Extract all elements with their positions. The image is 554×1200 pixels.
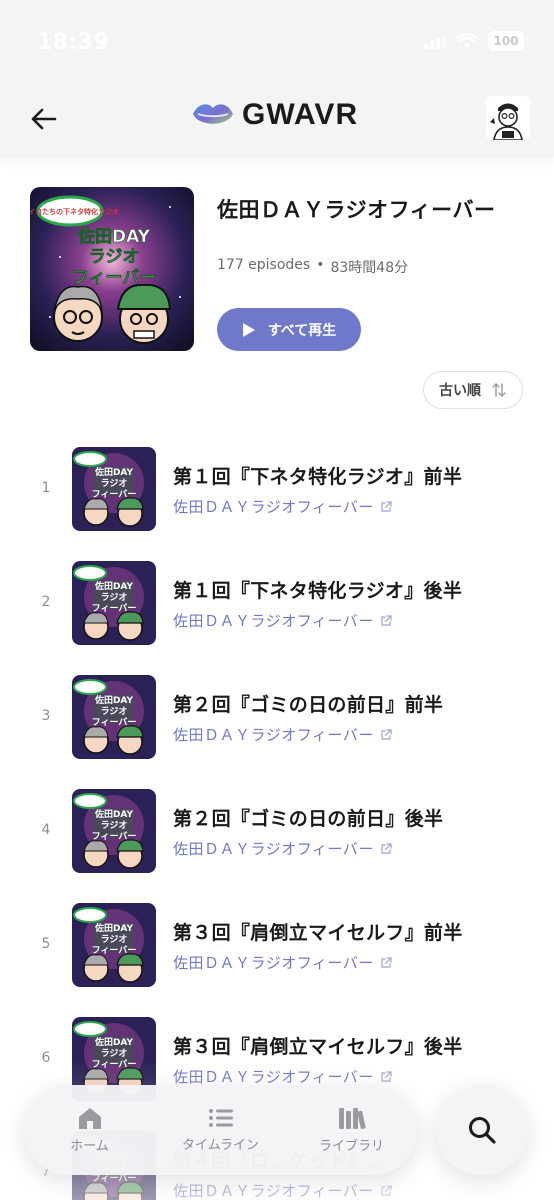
episode-row[interactable]: 4 佐田DAY ラジオ フィーバー 第２回『ゴミの日の前日』後半 佐田ＤＡＹラジオフ… xyxy=(0,774,554,874)
episode-show-link[interactable]: 佐田ＤＡＹラジオフィーバー xyxy=(173,724,392,745)
episode-row[interactable]: 2 佐田DAY ラジオ フィーバー 第１回『下ネタ特化ラジオ』後半 佐田ＤＡＹラジオ… xyxy=(0,546,554,646)
thumb-title-line: ラジオ xyxy=(101,820,128,831)
back-button[interactable] xyxy=(26,102,60,136)
episode-show-link[interactable]: 佐田ＤＡＹラジオフィーバー xyxy=(173,610,392,631)
episode-title: 第１回『下ネタ特化ラジオ』後半 xyxy=(173,580,463,602)
episode-number: 2 xyxy=(41,594,51,610)
episode-number: 5 xyxy=(41,936,51,952)
status-icons: 100 xyxy=(424,31,524,51)
episode-count: 177 episodes xyxy=(217,257,311,273)
total-duration: 83時間48分 xyxy=(330,260,409,276)
meta-separator: • xyxy=(316,257,325,273)
external-link-icon xyxy=(381,956,392,968)
host-left-illustration xyxy=(53,285,103,342)
thumb-title-line: ラジオ xyxy=(101,1048,128,1059)
episode-title: 第２回『ゴミの日の前日』後半 xyxy=(173,808,444,830)
play-icon xyxy=(242,322,255,337)
episode-number: 4 xyxy=(41,822,51,838)
episode-row[interactable]: 5 佐田DAY ラジオ フィーバー 第３回『肩倒立マイセルフ』前半 佐田ＤＡＹラジオ… xyxy=(0,888,554,988)
episode-show-name: 佐田ＤＡＹラジオフィーバー xyxy=(173,954,374,972)
episode-number: 1 xyxy=(41,480,51,496)
episode-number: 3 xyxy=(41,708,51,724)
episode-show-name: 佐田ＤＡＹラジオフィーバー xyxy=(173,498,374,516)
logo-text: GWAVR xyxy=(242,98,359,131)
external-link-icon xyxy=(381,614,392,626)
episode-row[interactable]: 3 佐田DAY ラジオ フィーバー 第２回『ゴミの日の前日』前半 佐田ＤＡＹラジオフ… xyxy=(0,660,554,760)
episode-thumbnail: 佐田DAYラジオフィーバー xyxy=(72,903,156,987)
status-bar: 18:39 100 xyxy=(0,0,554,88)
episode-show-link[interactable]: 佐田ＤＡＹラジオフィーバー xyxy=(173,838,392,859)
cover-badge-text: サイコたちの下ネタ特化ラジオ xyxy=(30,207,119,216)
episode-thumbnail: 佐田DAYラジオフィーバー xyxy=(72,789,156,873)
thumb-title-line: 佐田DAY xyxy=(94,922,134,934)
thumb-title-line: 佐田DAY xyxy=(94,808,134,820)
episode-row[interactable]: 1 佐田DAY ラジオ フィーバー 第１回『下ネタ特化ラジオ』前半 佐田ＤＡＹラジオ… xyxy=(0,432,554,532)
episode-thumbnail: 佐田DAYラジオフィーバー xyxy=(72,447,156,531)
thumb-title-line: 佐田DAY xyxy=(94,1036,134,1048)
play-all-button[interactable]: すべて再生 xyxy=(217,308,361,351)
tab-timeline[interactable]: タイムライン xyxy=(155,1085,286,1175)
battery-indicator: 100 xyxy=(488,31,524,51)
cover-title-line2: ラジオ xyxy=(89,247,140,267)
episode-title: 第３回『肩倒立マイセルフ』後半 xyxy=(173,1036,463,1058)
play-all-label: すべて再生 xyxy=(267,322,337,339)
thumb-title-line: 佐田DAY xyxy=(94,466,134,478)
sort-label: 古い順 xyxy=(439,383,481,399)
episode-thumbnail: 佐田DAYラジオフィーバー xyxy=(72,561,156,645)
external-link-icon xyxy=(381,728,392,740)
tab-library[interactable]: ライブラリ xyxy=(286,1085,417,1175)
external-link-icon xyxy=(381,842,392,854)
search-button[interactable] xyxy=(436,1085,528,1175)
bottom-tab-bar: ホーム タイムライン ライブラリ xyxy=(24,1085,417,1175)
cellular-signal-icon xyxy=(424,33,446,49)
episode-show-name: 佐田ＤＡＹラジオフィーバー xyxy=(173,840,374,858)
external-link-icon xyxy=(381,500,392,512)
user-avatar[interactable] xyxy=(486,96,530,140)
episode-show-link[interactable]: 佐田ＤＡＹラジオフィーバー xyxy=(173,952,392,973)
home-icon xyxy=(78,1108,101,1129)
library-icon xyxy=(338,1108,366,1130)
episode-title: 第１回『下ネタ特化ラジオ』前半 xyxy=(173,466,463,488)
cover-title-line1: 佐田DAY xyxy=(77,226,151,247)
episode-thumbnail: 佐田DAYラジオフィーバー xyxy=(72,675,156,759)
tab-library-label: ライブラリ xyxy=(318,1139,384,1154)
thumb-title-line: ラジオ xyxy=(101,706,128,717)
list-icon xyxy=(208,1109,233,1127)
thumb-title-line: ラジオ xyxy=(101,592,128,603)
wifi-icon xyxy=(456,33,478,48)
episode-show-name: 佐田ＤＡＹラジオフィーバー xyxy=(173,726,374,744)
status-time: 18:39 xyxy=(37,30,110,55)
user-avatar-icon xyxy=(486,96,530,140)
podcast-meta: 177 episodes • 83時間48分 xyxy=(217,257,408,277)
episode-show-link[interactable]: 佐田ＤＡＹラジオフィーバー xyxy=(173,496,392,517)
podcast-header: サイコたちの下ネタ特化ラジオ 佐田DAY ラジオ フィーバー 佐田ＤＡＹラジオフ… xyxy=(0,158,554,388)
episode-title: 第２回『ゴミの日の前日』前半 xyxy=(173,694,444,716)
tab-home-label: ホーム xyxy=(70,1139,109,1154)
thumb-title-line: 佐田DAY xyxy=(94,580,134,592)
thumb-title-line: 佐田DAY xyxy=(94,694,134,706)
sort-order-button[interactable]: 古い順 xyxy=(423,371,523,409)
tab-timeline-label: タイムライン xyxy=(181,1138,260,1153)
host-right-illustration xyxy=(116,283,172,344)
podcast-cover-art: サイコたちの下ネタ特化ラジオ 佐田DAY ラジオ フィーバー xyxy=(30,187,194,351)
tab-home[interactable]: ホーム xyxy=(24,1085,155,1175)
arrow-left-icon xyxy=(31,108,57,130)
app-logo[interactable]: GWAVR xyxy=(190,98,358,132)
episode-show-name: 佐田ＤＡＹラジオフィーバー xyxy=(173,612,374,630)
podcast-title: 佐田ＤＡＹラジオフィーバー xyxy=(217,198,496,222)
sort-icon xyxy=(492,383,506,397)
episode-title: 第３回『肩倒立マイセルフ』前半 xyxy=(173,922,463,944)
search-icon xyxy=(469,1117,496,1144)
thumb-title-line: ラジオ xyxy=(101,934,128,945)
lips-logo-icon xyxy=(193,104,233,124)
thumb-title-line: ラジオ xyxy=(101,478,128,489)
app-header: GWAVR xyxy=(0,88,554,158)
